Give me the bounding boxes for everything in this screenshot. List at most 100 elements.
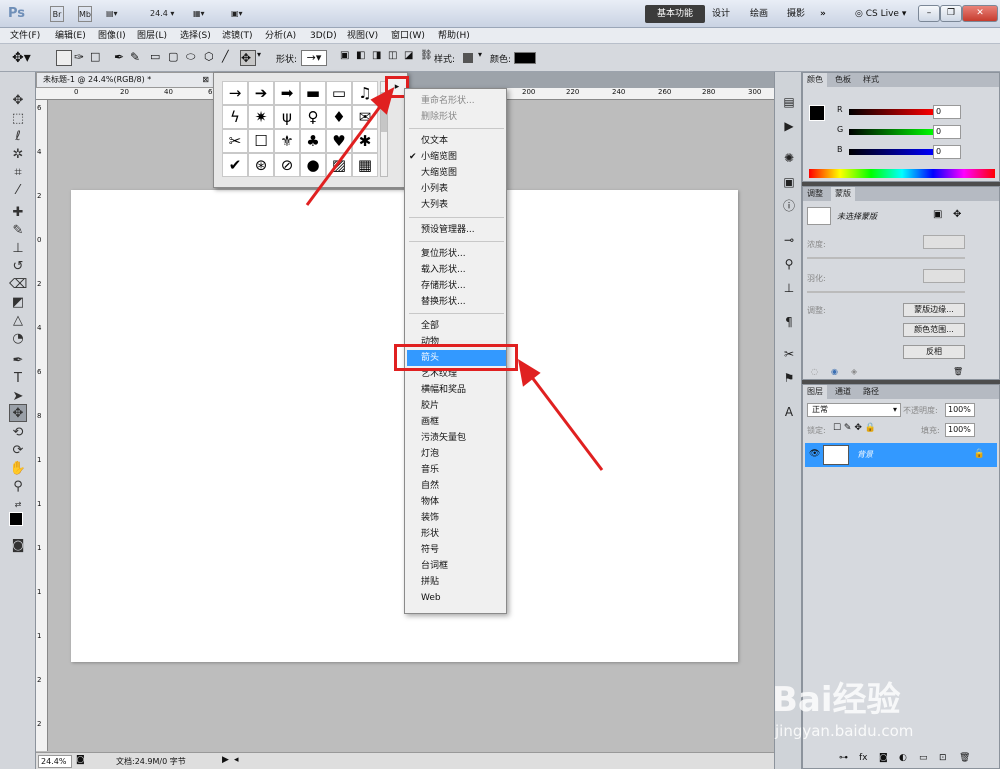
menu-film[interactable]: 胶片 bbox=[421, 399, 439, 413]
style-swatch[interactable] bbox=[463, 53, 473, 63]
ellipse-tool-icon[interactable]: ⬭ bbox=[186, 50, 202, 66]
close-tab-icon[interactable]: ⊠ bbox=[202, 73, 209, 87]
menu-small-thumbnail[interactable]: 小缩览图 bbox=[421, 150, 457, 164]
tool-presets-icon[interactable]: ⊥ bbox=[781, 280, 797, 296]
g-input[interactable]: 0 bbox=[933, 125, 961, 139]
layer-name[interactable]: 背景 bbox=[857, 449, 873, 460]
menu-save-shapes[interactable]: 存储形状... bbox=[421, 279, 466, 293]
menu-light-bulbs[interactable]: 灯泡 bbox=[421, 447, 439, 461]
delete-layer-icon[interactable]: 🗑 bbox=[959, 753, 970, 763]
tab-swatches[interactable]: 色板 bbox=[831, 73, 855, 87]
shape-splat[interactable]: ✱ bbox=[352, 129, 378, 153]
shape-arrow-thin[interactable]: → bbox=[222, 81, 248, 105]
shape-diagonal-lines[interactable]: ▨ bbox=[326, 153, 352, 177]
b-input[interactable]: 0 bbox=[933, 145, 961, 159]
screen-mode-icon[interactable]: ▣▾ bbox=[231, 6, 243, 22]
menu-image[interactable]: 图像(I) bbox=[98, 29, 126, 43]
menu-ornaments[interactable]: 装饰 bbox=[421, 511, 439, 525]
minimize-button[interactable]: – bbox=[918, 5, 940, 22]
feather-input[interactable] bbox=[923, 269, 965, 283]
hand-tool-icon[interactable]: ✋ bbox=[9, 460, 27, 478]
eyedropper-tool-icon[interactable]: ⁄ bbox=[9, 182, 27, 200]
status-info-icon[interactable]: ◙ bbox=[76, 755, 85, 765]
clone-source-icon[interactable]: ⚲ bbox=[781, 256, 797, 272]
shape-checkmark[interactable]: ✔ bbox=[222, 153, 248, 177]
menu-preset-manager[interactable]: 预设管理器... bbox=[421, 223, 475, 237]
density-slider[interactable] bbox=[807, 257, 965, 259]
menu-filter[interactable]: 滤镜(T) bbox=[222, 29, 253, 43]
dodge-tool-icon[interactable]: ◔ bbox=[9, 330, 27, 348]
menu-talk-bubbles[interactable]: 台词框 bbox=[421, 559, 448, 573]
pixel-mask-icon[interactable]: ▣ bbox=[933, 209, 942, 220]
tab-color[interactable]: 颜色 bbox=[803, 73, 827, 87]
zoom-level-select[interactable]: 24.4 ▾ bbox=[150, 6, 174, 22]
shape-speech-bubble[interactable]: ● bbox=[300, 153, 326, 177]
close-button[interactable]: ✕ bbox=[962, 5, 998, 22]
delete-mask-icon[interactable]: 🗑 bbox=[953, 367, 963, 376]
status-menu-arrow-icon[interactable]: ▶ bbox=[222, 755, 229, 765]
workspace-photography-button[interactable]: 摄影 bbox=[787, 5, 805, 23]
load-selection-icon[interactable]: ◌ bbox=[811, 367, 818, 376]
menu-edit[interactable]: 编辑(E) bbox=[55, 29, 86, 43]
menu-text-only[interactable]: 仅文本 bbox=[421, 134, 448, 148]
blend-mode-select[interactable]: 正常 ▾ bbox=[807, 403, 901, 417]
lasso-tool-icon[interactable]: ℓ bbox=[9, 128, 27, 146]
combine-mode-exclude-icon[interactable]: ◪ bbox=[404, 50, 420, 66]
shape-envelope[interactable]: ✉ bbox=[352, 105, 378, 129]
feather-slider[interactable] bbox=[807, 291, 965, 293]
freeform-pen-icon[interactable]: ✎ bbox=[130, 50, 146, 66]
quick-mask-icon[interactable]: ◙ bbox=[9, 537, 27, 555]
density-input[interactable] bbox=[923, 235, 965, 249]
apply-mask-icon[interactable]: ◈ bbox=[851, 367, 857, 376]
menu-window[interactable]: 窗口(W) bbox=[391, 29, 425, 43]
shape-grid-pattern[interactable]: ▦ bbox=[352, 153, 378, 177]
3d-orbit-tool-icon[interactable]: ⟳ bbox=[9, 442, 27, 460]
shape-frame[interactable]: ▭ bbox=[326, 81, 352, 105]
mini-bridge-icon[interactable]: Mb bbox=[78, 6, 92, 22]
brush-tool-icon[interactable]: ✎ bbox=[9, 222, 27, 240]
geometry-options-icon[interactable]: ▾ bbox=[257, 50, 273, 66]
shape-bulb[interactable]: ♀ bbox=[300, 105, 326, 129]
history-brush-tool-icon[interactable]: ↺ bbox=[9, 258, 27, 276]
visibility-icon[interactable]: ◉ bbox=[831, 367, 838, 376]
eye-icon[interactable]: 👁 bbox=[809, 449, 820, 459]
shape-target[interactable]: ⊛ bbox=[248, 153, 274, 177]
brush-panel-icon[interactable]: ⚑ bbox=[781, 370, 797, 386]
shape-burst[interactable]: ✷ bbox=[248, 105, 274, 129]
quick-selection-tool-icon[interactable]: ✲ bbox=[9, 146, 27, 164]
color-range-button[interactable]: 颜色范围... bbox=[903, 323, 965, 337]
combine-mode-new-icon[interactable]: ▣ bbox=[340, 50, 356, 66]
menu-3d[interactable]: 3D(D) bbox=[310, 29, 337, 43]
shape-lightning[interactable]: ϟ bbox=[222, 105, 248, 129]
color-swatch[interactable] bbox=[514, 52, 536, 64]
zoom-tool-icon[interactable]: ⚲ bbox=[9, 478, 27, 496]
polygon-tool-icon[interactable]: ⬡ bbox=[204, 50, 220, 66]
menu-replace-shapes[interactable]: 替换形状... bbox=[421, 295, 466, 309]
add-mask-icon[interactable]: ◙ bbox=[879, 753, 888, 763]
shape-no-sign[interactable]: ⊘ bbox=[274, 153, 300, 177]
arrange-documents-icon[interactable]: ▦▾ bbox=[193, 6, 205, 22]
status-zoom-field[interactable]: 24.4% bbox=[38, 755, 72, 768]
menu-layer[interactable]: 图层(L) bbox=[137, 29, 167, 43]
menu-grime-vector-pack[interactable]: 污渍矢量包 bbox=[421, 431, 466, 445]
fill-pixels-icon[interactable]: □ bbox=[90, 50, 106, 66]
mask-edge-button[interactable]: 蒙版边缘... bbox=[903, 303, 965, 317]
shape-music-note[interactable]: ♫ bbox=[352, 81, 378, 105]
combine-mode-subtract-icon[interactable]: ◨ bbox=[372, 50, 388, 66]
workspace-design-button[interactable]: 设计 bbox=[712, 5, 730, 23]
shape-ornament[interactable]: ♦ bbox=[326, 105, 352, 129]
link-layers-icon[interactable]: ⊶ bbox=[839, 753, 848, 763]
opacity-input[interactable]: 100% bbox=[945, 403, 975, 417]
shape-selector[interactable]: →▾ bbox=[301, 50, 327, 66]
shape-fleur-de-lis[interactable]: ⚜ bbox=[274, 129, 300, 153]
layer-style-icon[interactable]: fx bbox=[859, 753, 868, 763]
layer-row-background[interactable]: 👁 背景 🔒 bbox=[805, 443, 997, 467]
menu-web[interactable]: Web bbox=[421, 591, 441, 605]
new-layer-icon[interactable]: ⊡ bbox=[939, 753, 947, 763]
rounded-rectangle-icon[interactable]: ▢ bbox=[168, 50, 184, 66]
menu-rename-shape[interactable]: 重命名形状... bbox=[421, 94, 475, 108]
menu-tiles[interactable]: 拼贴 bbox=[421, 575, 439, 589]
view-extras-icon[interactable]: ▤▾ bbox=[106, 6, 118, 22]
document-tab[interactable]: 未标题-1 @ 24.4%(RGB/8) * ⊠ bbox=[36, 72, 216, 88]
tab-styles[interactable]: 样式 bbox=[859, 73, 883, 87]
